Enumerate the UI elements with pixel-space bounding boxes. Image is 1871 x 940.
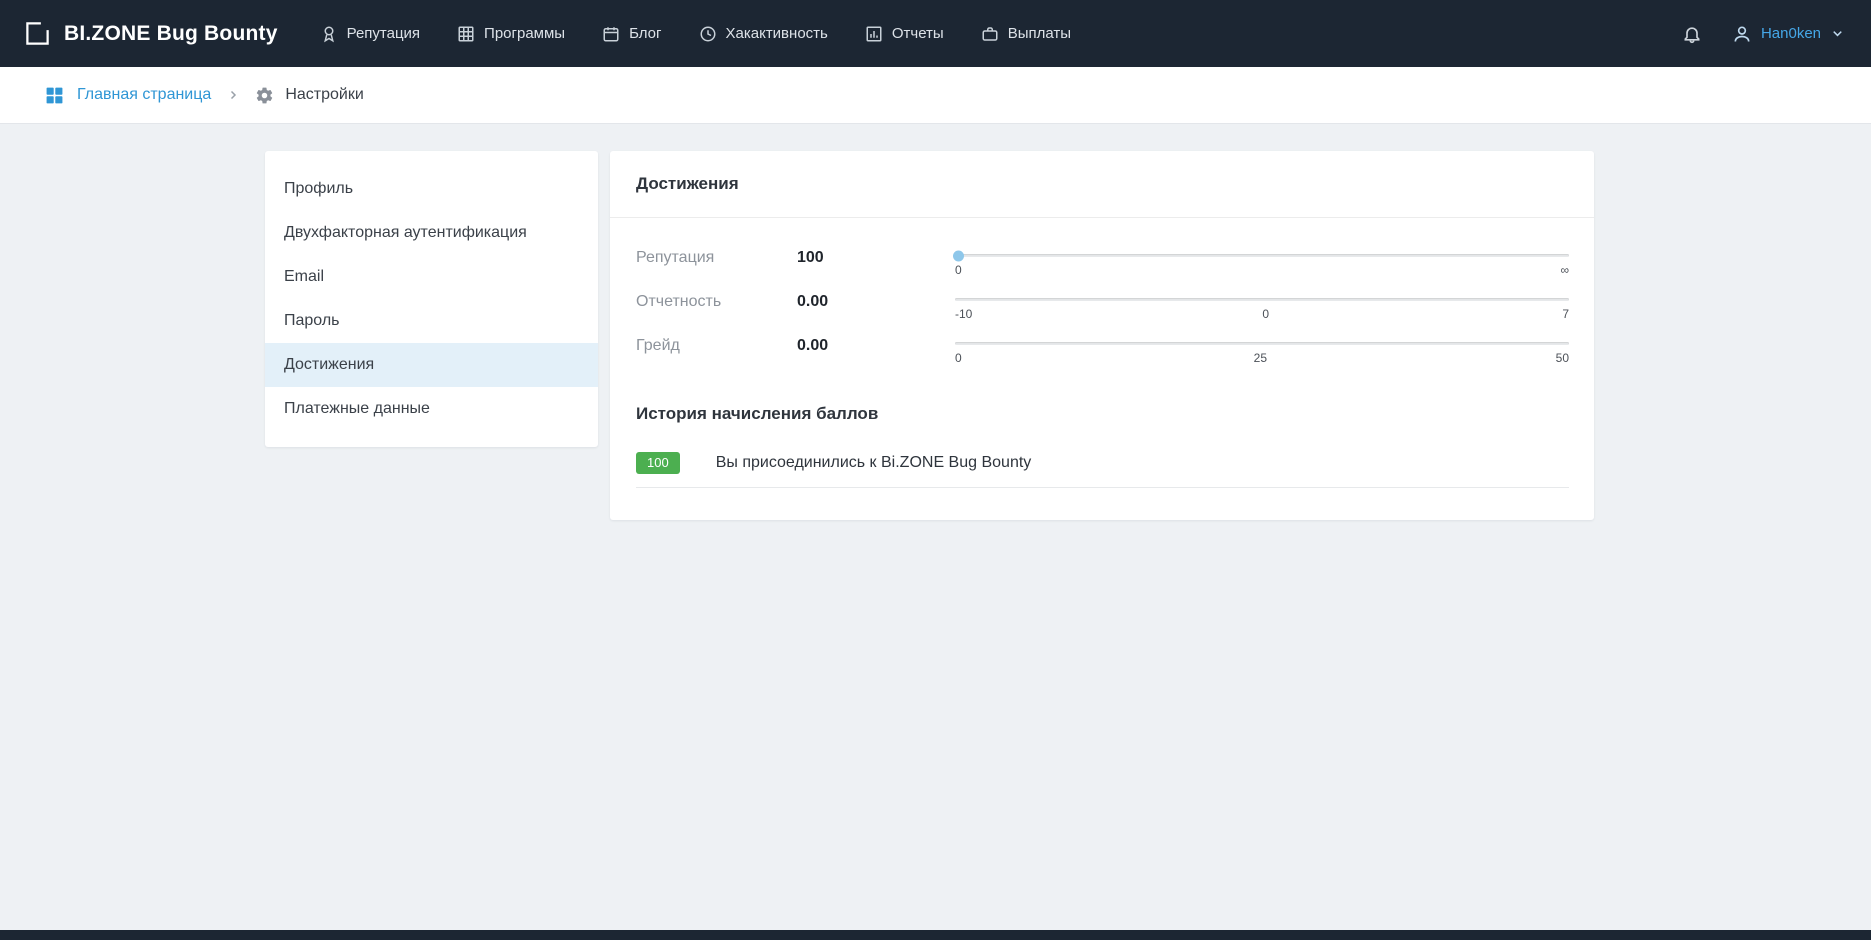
slider-handle (953, 250, 964, 261)
breadcrumb-separator-icon (227, 89, 239, 101)
scale-max: 7 (1559, 307, 1569, 321)
nav-label: Блог (629, 25, 661, 42)
blog-icon (602, 25, 620, 43)
metric-row-grade: Грейд 0.00 0 25 50 (636, 336, 1569, 365)
scale-min: -10 (955, 307, 972, 321)
bottom-strip (0, 930, 1871, 940)
payouts-briefcase-icon (981, 25, 999, 43)
breadcrumb: Главная страница Настройки (0, 67, 1871, 124)
points-history-title: История начисления баллов (636, 404, 1569, 424)
scale-mid: 25 (1254, 351, 1267, 365)
settings-menu-item-profile[interactable]: Профиль (265, 167, 598, 211)
menu-item-label: Пароль (284, 312, 340, 330)
programs-icon (457, 25, 475, 43)
reporting-slider: -10 0 7 (955, 292, 1569, 321)
nav-item-payouts[interactable]: Выплаты (981, 25, 1071, 43)
nav-item-blog[interactable]: Блог (602, 25, 661, 43)
metric-value: 0.00 (797, 292, 955, 311)
topbar-right: Han0ken (1682, 24, 1845, 44)
hackactivity-history-icon (699, 25, 717, 43)
slider-scale: 0 25 50 (955, 351, 1569, 365)
slider-rail (955, 254, 1569, 257)
breadcrumb-home-label: Главная страница (77, 86, 211, 104)
nav-label: Репутация (347, 25, 420, 42)
menu-item-label: Двухфакторная аутентификация (284, 224, 527, 242)
reputation-slider: 0 ∞ (955, 248, 1569, 277)
notifications-bell-icon[interactable] (1682, 24, 1702, 44)
nav-item-hackactivity[interactable]: Хакактивность (699, 25, 828, 43)
scale-max: 50 (1556, 351, 1569, 365)
reports-icon (865, 25, 883, 43)
panel-title: Достижения (636, 174, 739, 193)
metric-label: Репутация (636, 248, 797, 267)
slider-scale: -10 0 7 (955, 307, 1569, 321)
nav-label: Хакактивность (726, 25, 828, 42)
nav-item-reputation[interactable]: Репутация (320, 25, 420, 43)
scale-mid: 0 (1261, 307, 1271, 321)
nav-item-programs[interactable]: Программы (457, 25, 565, 43)
metric-value: 100 (797, 248, 955, 267)
panel-header: Достижения (610, 151, 1594, 218)
metrics-section: Репутация 100 0 ∞ Отчетность 0.00 (610, 218, 1594, 386)
menu-item-label: Достижения (284, 356, 374, 374)
menu-item-label: Email (284, 268, 324, 286)
scale-max: ∞ (1559, 263, 1569, 277)
nav-label: Программы (484, 25, 565, 42)
points-history-section: История начисления баллов 100 Вы присоед… (610, 386, 1594, 514)
settings-menu-item-email[interactable]: Email (265, 255, 598, 299)
settings-menu-item-payment-details[interactable]: Платежные данные (265, 387, 598, 431)
metric-label: Грейд (636, 336, 797, 355)
settings-menu: Профиль Двухфакторная аутентификация Ema… (265, 151, 598, 447)
main-content: Профиль Двухфакторная аутентификация Ema… (0, 124, 1871, 930)
metric-label: Отчетность (636, 292, 797, 311)
breadcrumb-current: Настройки (255, 86, 363, 105)
settings-menu-item-password[interactable]: Пароль (265, 299, 598, 343)
breadcrumb-home-link[interactable]: Главная страница (45, 86, 211, 105)
grade-slider: 0 25 50 (955, 336, 1569, 365)
menu-item-label: Платежные данные (284, 400, 430, 418)
reputation-icon (320, 25, 338, 43)
chevron-down-icon (1830, 26, 1845, 41)
achievements-panel: Достижения Репутация 100 0 ∞ О (610, 151, 1594, 520)
slider-scale: 0 ∞ (955, 263, 1569, 277)
top-nav-bar: BI.ZONE Bug Bounty Репутация Программы Б… (0, 0, 1871, 67)
slider-rail (955, 342, 1569, 345)
brand[interactable]: BI.ZONE Bug Bounty (24, 20, 278, 47)
menu-item-label: Профиль (284, 180, 353, 198)
user-avatar-icon (1732, 24, 1752, 44)
user-menu[interactable]: Han0ken (1732, 24, 1845, 44)
brand-title: BI.ZONE Bug Bounty (64, 22, 278, 46)
scale-min: 0 (955, 263, 965, 277)
nav-label: Отчеты (892, 25, 944, 42)
main-nav: Репутация Программы Блог Хакактивность О… (320, 25, 1071, 43)
settings-menu-item-achievements[interactable]: Достижения (265, 343, 598, 387)
metric-row-reporting: Отчетность 0.00 -10 0 7 (636, 292, 1569, 321)
history-row: 100 Вы присоединились к Bi.ZONE Bug Boun… (636, 452, 1569, 488)
points-badge: 100 (636, 452, 680, 474)
bizone-logo-icon (24, 20, 51, 47)
settings-menu-item-2fa[interactable]: Двухфакторная аутентификация (265, 211, 598, 255)
breadcrumb-current-label: Настройки (285, 86, 363, 104)
nav-label: Выплаты (1008, 25, 1071, 42)
user-name: Han0ken (1761, 25, 1821, 42)
scale-min: 0 (955, 351, 965, 365)
gear-icon (255, 86, 274, 105)
nav-item-reports[interactable]: Отчеты (865, 25, 944, 43)
slider-rail (955, 298, 1569, 301)
metric-value: 0.00 (797, 336, 955, 355)
dashboard-grid-icon (45, 86, 64, 105)
history-text: Вы присоединились к Bi.ZONE Bug Bounty (716, 454, 1032, 472)
scale-mid (1257, 263, 1267, 277)
metric-row-reputation: Репутация 100 0 ∞ (636, 248, 1569, 277)
